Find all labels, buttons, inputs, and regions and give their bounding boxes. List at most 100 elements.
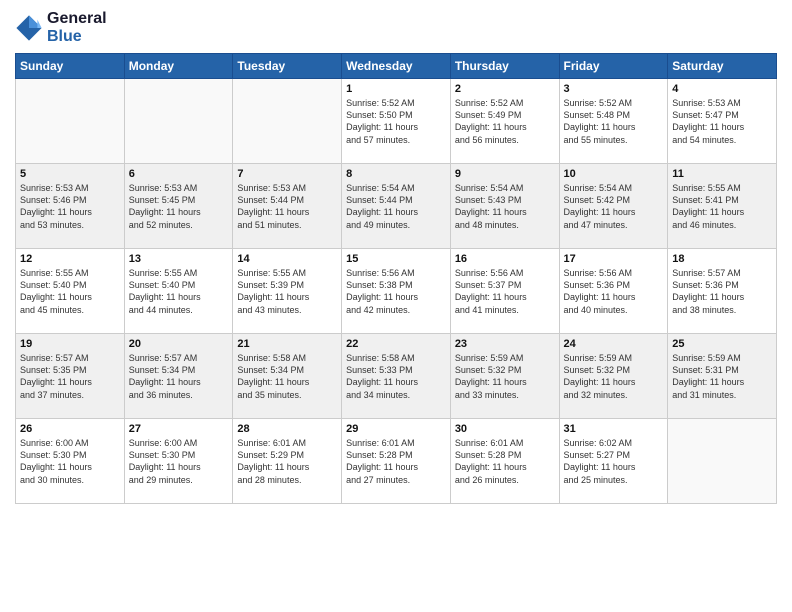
day-info: Sunrise: 6:02 AM Sunset: 5:27 PM Dayligh…: [564, 437, 664, 486]
day-number: 8: [346, 168, 446, 180]
day-cell: 19Sunrise: 5:57 AM Sunset: 5:35 PM Dayli…: [16, 334, 125, 419]
day-info: Sunrise: 5:58 AM Sunset: 5:34 PM Dayligh…: [237, 352, 337, 401]
weekday-header-thursday: Thursday: [450, 54, 559, 79]
day-info: Sunrise: 5:53 AM Sunset: 5:47 PM Dayligh…: [672, 97, 772, 146]
weekday-header-monday: Monday: [124, 54, 233, 79]
day-number: 12: [20, 253, 120, 265]
day-cell: 20 Sunrise: 5:57 AM Sunset: 5:34 PM Dayli…: [124, 334, 233, 419]
calendar: SundayMondayTuesdayWednesdayThursdayFrid…: [15, 53, 777, 504]
day-number: 16: [455, 253, 555, 265]
day-number: 6: [129, 168, 229, 180]
week-row-1: 1Sunrise: 5:52 AM Sunset: 5:50 PM Daylig…: [16, 79, 777, 164]
day-info: Sunrise: 5:54 AM Sunset: 5:43 PM Dayligh…: [455, 182, 555, 231]
day-info: Sunrise: 5:52 AM Sunset: 5:50 PM Dayligh…: [346, 97, 446, 146]
day-info: Sunrise: 6:01 AM Sunset: 5:28 PM Dayligh…: [346, 437, 446, 486]
day-number: 15: [346, 253, 446, 265]
day-info: Sunrise: 5:56 AM Sunset: 5:36 PM Dayligh…: [564, 267, 664, 316]
day-number: 20: [129, 338, 229, 350]
day-cell: 11 Sunrise: 5:55 AM Sunset: 5:41 PM Dayli…: [668, 164, 777, 249]
day-number: 21: [237, 338, 337, 350]
day-info: Sunrise: 6:00 AM Sunset: 5:30 PM Dayligh…: [129, 437, 229, 486]
day-number: 11: [672, 168, 772, 180]
weekday-header-wednesday: Wednesday: [342, 54, 451, 79]
day-info: Sunrise: 5:55 AM Sunset: 5:41 PM Dayligh…: [672, 182, 772, 231]
day-number: 26: [20, 423, 120, 435]
day-cell: 29 Sunrise: 6:01 AM Sunset: 5:28 PM Dayli…: [342, 419, 451, 504]
day-number: 25: [672, 338, 772, 350]
day-info: Sunrise: 5:57 AM Sunset: 5:36 PM Dayligh…: [672, 267, 772, 316]
day-number: 27: [129, 423, 229, 435]
weekday-header-row: SundayMondayTuesdayWednesdayThursdayFrid…: [16, 54, 777, 79]
week-row-5: 26 Sunrise: 6:00 AM Sunset: 5:30 PM Dayli…: [16, 419, 777, 504]
day-cell: 12 Sunrise: 5:55 AM Sunset: 5:40 PM Dayli…: [16, 249, 125, 334]
day-info: Sunrise: 5:54 AM Sunset: 5:44 PM Dayligh…: [346, 182, 446, 231]
day-cell: 17 Sunrise: 5:56 AM Sunset: 5:36 PM Dayli…: [559, 249, 668, 334]
day-number: 14: [237, 253, 337, 265]
day-info: Sunrise: 5:56 AM Sunset: 5:37 PM Dayligh…: [455, 267, 555, 316]
day-cell: 2 Sunrise: 5:52 AM Sunset: 5:49 PM Daylig…: [450, 79, 559, 164]
day-cell: 25Sunrise: 5:59 AM Sunset: 5:31 PM Dayli…: [668, 334, 777, 419]
day-cell: 5 Sunrise: 5:53 AM Sunset: 5:46 PM Daylig…: [16, 164, 125, 249]
day-cell: 9 Sunrise: 5:54 AM Sunset: 5:43 PM Daylig…: [450, 164, 559, 249]
week-row-2: 5 Sunrise: 5:53 AM Sunset: 5:46 PM Daylig…: [16, 164, 777, 249]
day-number: 28: [237, 423, 337, 435]
day-info: Sunrise: 5:57 AM Sunset: 5:34 PM Dayligh…: [129, 352, 229, 401]
day-cell: 21 Sunrise: 5:58 AM Sunset: 5:34 PM Dayli…: [233, 334, 342, 419]
day-info: Sunrise: 5:54 AM Sunset: 5:42 PM Dayligh…: [564, 182, 664, 231]
day-cell: 18 Sunrise: 5:57 AM Sunset: 5:36 PM Dayli…: [668, 249, 777, 334]
day-number: 9: [455, 168, 555, 180]
day-cell: 1Sunrise: 5:52 AM Sunset: 5:50 PM Daylig…: [342, 79, 451, 164]
day-info: Sunrise: 5:52 AM Sunset: 5:48 PM Dayligh…: [564, 97, 664, 146]
day-cell: 6 Sunrise: 5:53 AM Sunset: 5:45 PM Daylig…: [124, 164, 233, 249]
day-info: Sunrise: 5:55 AM Sunset: 5:40 PM Dayligh…: [20, 267, 120, 316]
day-info: Sunrise: 5:52 AM Sunset: 5:49 PM Dayligh…: [455, 97, 555, 146]
week-row-3: 12 Sunrise: 5:55 AM Sunset: 5:40 PM Dayli…: [16, 249, 777, 334]
day-cell: 27 Sunrise: 6:00 AM Sunset: 5:30 PM Dayli…: [124, 419, 233, 504]
logo-icon: [15, 14, 43, 42]
day-info: Sunrise: 5:53 AM Sunset: 5:46 PM Dayligh…: [20, 182, 120, 231]
day-number: 3: [564, 83, 664, 95]
day-number: 29: [346, 423, 446, 435]
header: General Blue: [15, 10, 777, 45]
week-row-4: 19Sunrise: 5:57 AM Sunset: 5:35 PM Dayli…: [16, 334, 777, 419]
day-number: 18: [672, 253, 772, 265]
day-cell: [124, 79, 233, 164]
weekday-header-tuesday: Tuesday: [233, 54, 342, 79]
page: General Blue SundayMondayTuesdayWednesda…: [0, 0, 792, 612]
day-cell: 26 Sunrise: 6:00 AM Sunset: 5:30 PM Dayli…: [16, 419, 125, 504]
day-info: Sunrise: 6:00 AM Sunset: 5:30 PM Dayligh…: [20, 437, 120, 486]
day-cell: 16 Sunrise: 5:56 AM Sunset: 5:37 PM Dayli…: [450, 249, 559, 334]
day-info: Sunrise: 5:58 AM Sunset: 5:33 PM Dayligh…: [346, 352, 446, 401]
day-number: 22: [346, 338, 446, 350]
day-number: 23: [455, 338, 555, 350]
day-number: 24: [564, 338, 664, 350]
day-info: Sunrise: 5:57 AM Sunset: 5:35 PM Dayligh…: [20, 352, 120, 401]
day-info: Sunrise: 5:59 AM Sunset: 5:32 PM Dayligh…: [455, 352, 555, 401]
day-cell: 28Sunrise: 6:01 AM Sunset: 5:29 PM Dayli…: [233, 419, 342, 504]
day-number: 13: [129, 253, 229, 265]
day-info: Sunrise: 5:53 AM Sunset: 5:45 PM Dayligh…: [129, 182, 229, 231]
logo: General Blue: [15, 10, 107, 45]
day-number: 17: [564, 253, 664, 265]
day-cell: 15 Sunrise: 5:56 AM Sunset: 5:38 PM Dayli…: [342, 249, 451, 334]
weekday-header-friday: Friday: [559, 54, 668, 79]
day-info: Sunrise: 5:56 AM Sunset: 5:38 PM Dayligh…: [346, 267, 446, 316]
weekday-header-sunday: Sunday: [16, 54, 125, 79]
day-info: Sunrise: 6:01 AM Sunset: 5:28 PM Dayligh…: [455, 437, 555, 486]
day-info: Sunrise: 5:55 AM Sunset: 5:39 PM Dayligh…: [237, 267, 337, 316]
day-number: 7: [237, 168, 337, 180]
day-cell: [233, 79, 342, 164]
day-cell: 31 Sunrise: 6:02 AM Sunset: 5:27 PM Dayli…: [559, 419, 668, 504]
day-cell: 8 Sunrise: 5:54 AM Sunset: 5:44 PM Daylig…: [342, 164, 451, 249]
day-number: 10: [564, 168, 664, 180]
day-number: 31: [564, 423, 664, 435]
day-cell: 30Sunrise: 6:01 AM Sunset: 5:28 PM Dayli…: [450, 419, 559, 504]
day-cell: 3 Sunrise: 5:52 AM Sunset: 5:48 PM Daylig…: [559, 79, 668, 164]
day-info: Sunrise: 5:53 AM Sunset: 5:44 PM Dayligh…: [237, 182, 337, 231]
weekday-header-saturday: Saturday: [668, 54, 777, 79]
day-cell: [16, 79, 125, 164]
day-cell: 24Sunrise: 5:59 AM Sunset: 5:32 PM Dayli…: [559, 334, 668, 419]
day-number: 5: [20, 168, 120, 180]
day-number: 2: [455, 83, 555, 95]
day-cell: 7 Sunrise: 5:53 AM Sunset: 5:44 PM Daylig…: [233, 164, 342, 249]
